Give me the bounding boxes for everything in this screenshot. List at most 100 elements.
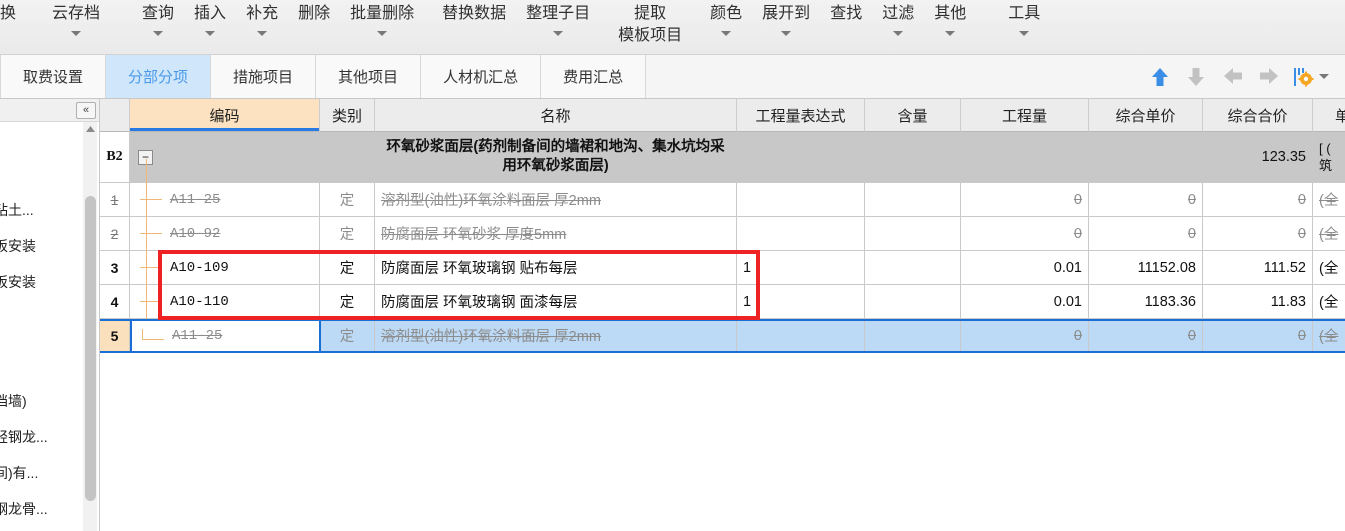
cell-unit-price[interactable]: 11152.08	[1089, 251, 1203, 285]
cell-name[interactable]: 环氧砂浆面层(药剂制备间的墙裙和地沟、集水坑均采用环氧砂浆面层)	[375, 132, 737, 183]
cell-unit-price[interactable]: 0	[1089, 319, 1203, 353]
table-row[interactable]: 4 A10-110 定 防腐面层 环氧玻璃钢 面漆每层 1 0.01 1183.…	[100, 285, 1345, 319]
toolbar-item-other[interactable]: 其他	[924, 0, 976, 54]
list-item[interactable]: 钢龙骨...	[0, 500, 84, 518]
col-header-quantity[interactable]: 工程量	[961, 99, 1089, 132]
scroll-up-arrow-icon[interactable]	[83, 122, 97, 136]
list-item[interactable]: 轻钢龙...	[0, 428, 84, 446]
col-header-total-price[interactable]: 综合合价	[1203, 99, 1313, 132]
cell-quantity[interactable]: 0	[961, 319, 1089, 353]
cell-content[interactable]	[865, 132, 961, 183]
cell-total-price[interactable]: 123.35	[1203, 132, 1313, 183]
toolbar-item-extract-template-project[interactable]: 提取 模板项目	[608, 0, 692, 54]
col-header-name[interactable]: 名称	[375, 99, 737, 132]
chevron-down-icon[interactable]	[781, 31, 792, 36]
list-item[interactable]: 板安装	[0, 237, 84, 255]
cell-total-price[interactable]: 11.83	[1203, 285, 1313, 319]
col-header-content[interactable]: 含量	[865, 99, 961, 132]
column-settings-button[interactable]	[1293, 66, 1329, 88]
list-item[interactable]: 板安装	[0, 273, 84, 291]
focused-cell-code[interactable]: A11-25	[130, 319, 321, 353]
cell-qty-expr[interactable]: 1	[737, 251, 865, 285]
cell-qty-expr[interactable]	[737, 217, 865, 251]
toolbar-item-find[interactable]: 查找	[820, 0, 872, 54]
table-row[interactable]: B2 − 环氧砂浆面层(药剂制备间的墙裙和地沟、集水坑均采用环氧砂浆面层) 12…	[100, 132, 1345, 183]
cell-name[interactable]: 防腐面层 环氧玻璃钢 贴布每层	[375, 251, 737, 285]
cell-unit[interactable]: (全	[1313, 251, 1345, 285]
chevron-down-icon[interactable]	[553, 31, 564, 36]
cell-total-price[interactable]: 0	[1203, 183, 1313, 217]
cell-category[interactable]: 定	[320, 251, 375, 285]
tab-分部分项[interactable]: 分部分项	[106, 55, 212, 98]
cell-unit[interactable]: (全	[1313, 183, 1345, 217]
chevron-down-icon[interactable]	[257, 31, 268, 36]
cell-category[interactable]	[320, 132, 375, 183]
cell-total-price[interactable]: 0	[1203, 217, 1313, 251]
cell-unit-price[interactable]: 1183.36	[1089, 285, 1203, 319]
cell-quantity[interactable]: 0	[961, 183, 1089, 217]
list-item[interactable]: 间)有...	[0, 464, 84, 482]
toolbar-item-cloud-archive[interactable]: 云存档	[42, 0, 110, 54]
cell-unit-price[interactable]: 0	[1089, 217, 1203, 251]
cell-name[interactable]: 溶剂型(油性)环氧涂料面层 厚2mm	[375, 183, 737, 217]
chevron-down-icon[interactable]	[71, 31, 82, 36]
chevron-down-icon[interactable]	[1319, 74, 1329, 79]
move-down-arrow-icon[interactable]	[1185, 65, 1207, 89]
cell-category[interactable]: 定	[320, 183, 375, 217]
cell-category[interactable]: 定	[320, 285, 375, 319]
chevron-down-icon[interactable]	[1019, 31, 1030, 36]
cell-name[interactable]: 防腐面层 环氧玻璃钢 面漆每层	[375, 285, 737, 319]
cell-content[interactable]	[865, 183, 961, 217]
toolbar-item-batch-delete[interactable]: 批量删除	[340, 0, 424, 54]
cell-quantity[interactable]: 0.01	[961, 285, 1089, 319]
cell-code[interactable]: A10-110	[130, 285, 320, 319]
toolbar-item-tools[interactable]: 工具	[998, 0, 1050, 54]
cell-content[interactable]	[865, 319, 961, 353]
cell-category[interactable]: 定	[320, 217, 375, 251]
col-header-unit-price[interactable]: 综合单价	[1089, 99, 1203, 132]
cell-code[interactable]: A10-109	[130, 251, 320, 285]
scrollbar-thumb[interactable]	[85, 196, 96, 501]
chevron-down-icon[interactable]	[153, 31, 164, 36]
col-header-unit[interactable]: 单	[1313, 99, 1345, 132]
cell-qty-expr[interactable]	[737, 319, 865, 353]
toolbar-item-delete[interactable]: 删除	[288, 0, 340, 54]
cell-name[interactable]: 防腐面层 环氧砂浆 厚度5mm	[375, 217, 737, 251]
list-item[interactable]: 粘土...	[0, 201, 84, 219]
cell-unit[interactable]: (全	[1313, 285, 1345, 319]
cell-content[interactable]	[865, 251, 961, 285]
chevron-down-icon[interactable]	[721, 31, 732, 36]
chevron-down-icon[interactable]	[945, 31, 956, 36]
left-panel-scrollbar[interactable]	[83, 122, 97, 531]
tab-其他项目[interactable]: 其他项目	[316, 55, 422, 98]
cell-qty-expr[interactable]: 1	[737, 285, 865, 319]
cell-code[interactable]: A10-92	[130, 217, 320, 251]
tab-费用汇总[interactable]: 费用汇总	[541, 55, 647, 98]
cell-qty-expr[interactable]	[737, 132, 865, 183]
cell-code[interactable]: A11-25	[130, 183, 320, 217]
collapse-panel-button[interactable]: «	[76, 101, 96, 119]
cell-name[interactable]: 溶剂型(油性)环氧涂料面层 厚2mm	[375, 319, 737, 353]
chevron-down-icon[interactable]	[377, 31, 388, 36]
tab-人材机汇总[interactable]: 人材机汇总	[421, 55, 542, 98]
move-up-arrow-icon[interactable]	[1149, 65, 1171, 89]
toolbar-item-expand-to[interactable]: 展开到	[752, 0, 820, 54]
col-header-code[interactable]: 编码	[130, 99, 320, 132]
col-header-category[interactable]: 类别	[320, 99, 375, 132]
list-item[interactable]: 挡墙)	[0, 392, 84, 410]
cell-quantity[interactable]	[961, 132, 1089, 183]
cell-unit-price[interactable]	[1089, 132, 1203, 183]
toolbar-item-replace-data[interactable]: 替换数据	[432, 0, 516, 54]
tab-措施项目[interactable]: 措施项目	[211, 55, 317, 98]
cell-unit[interactable]: [ ( 筑	[1313, 132, 1345, 183]
cell-quantity[interactable]: 0.01	[961, 251, 1089, 285]
col-header-qty-expr[interactable]: 工程量表达式	[737, 99, 865, 132]
cell-content[interactable]	[865, 285, 961, 319]
cell-qty-expr[interactable]	[737, 183, 865, 217]
cell-unit[interactable]: (全	[1313, 319, 1345, 353]
toolbar-item-color[interactable]: 颜色	[700, 0, 752, 54]
cell-quantity[interactable]: 0	[961, 217, 1089, 251]
tab-取费设置[interactable]: 取费设置	[0, 55, 107, 98]
cell-category[interactable]: 定	[320, 319, 375, 353]
table-row[interactable]: 2 A10-92 定 防腐面层 环氧砂浆 厚度5mm 0 0 0 (全	[100, 217, 1345, 251]
